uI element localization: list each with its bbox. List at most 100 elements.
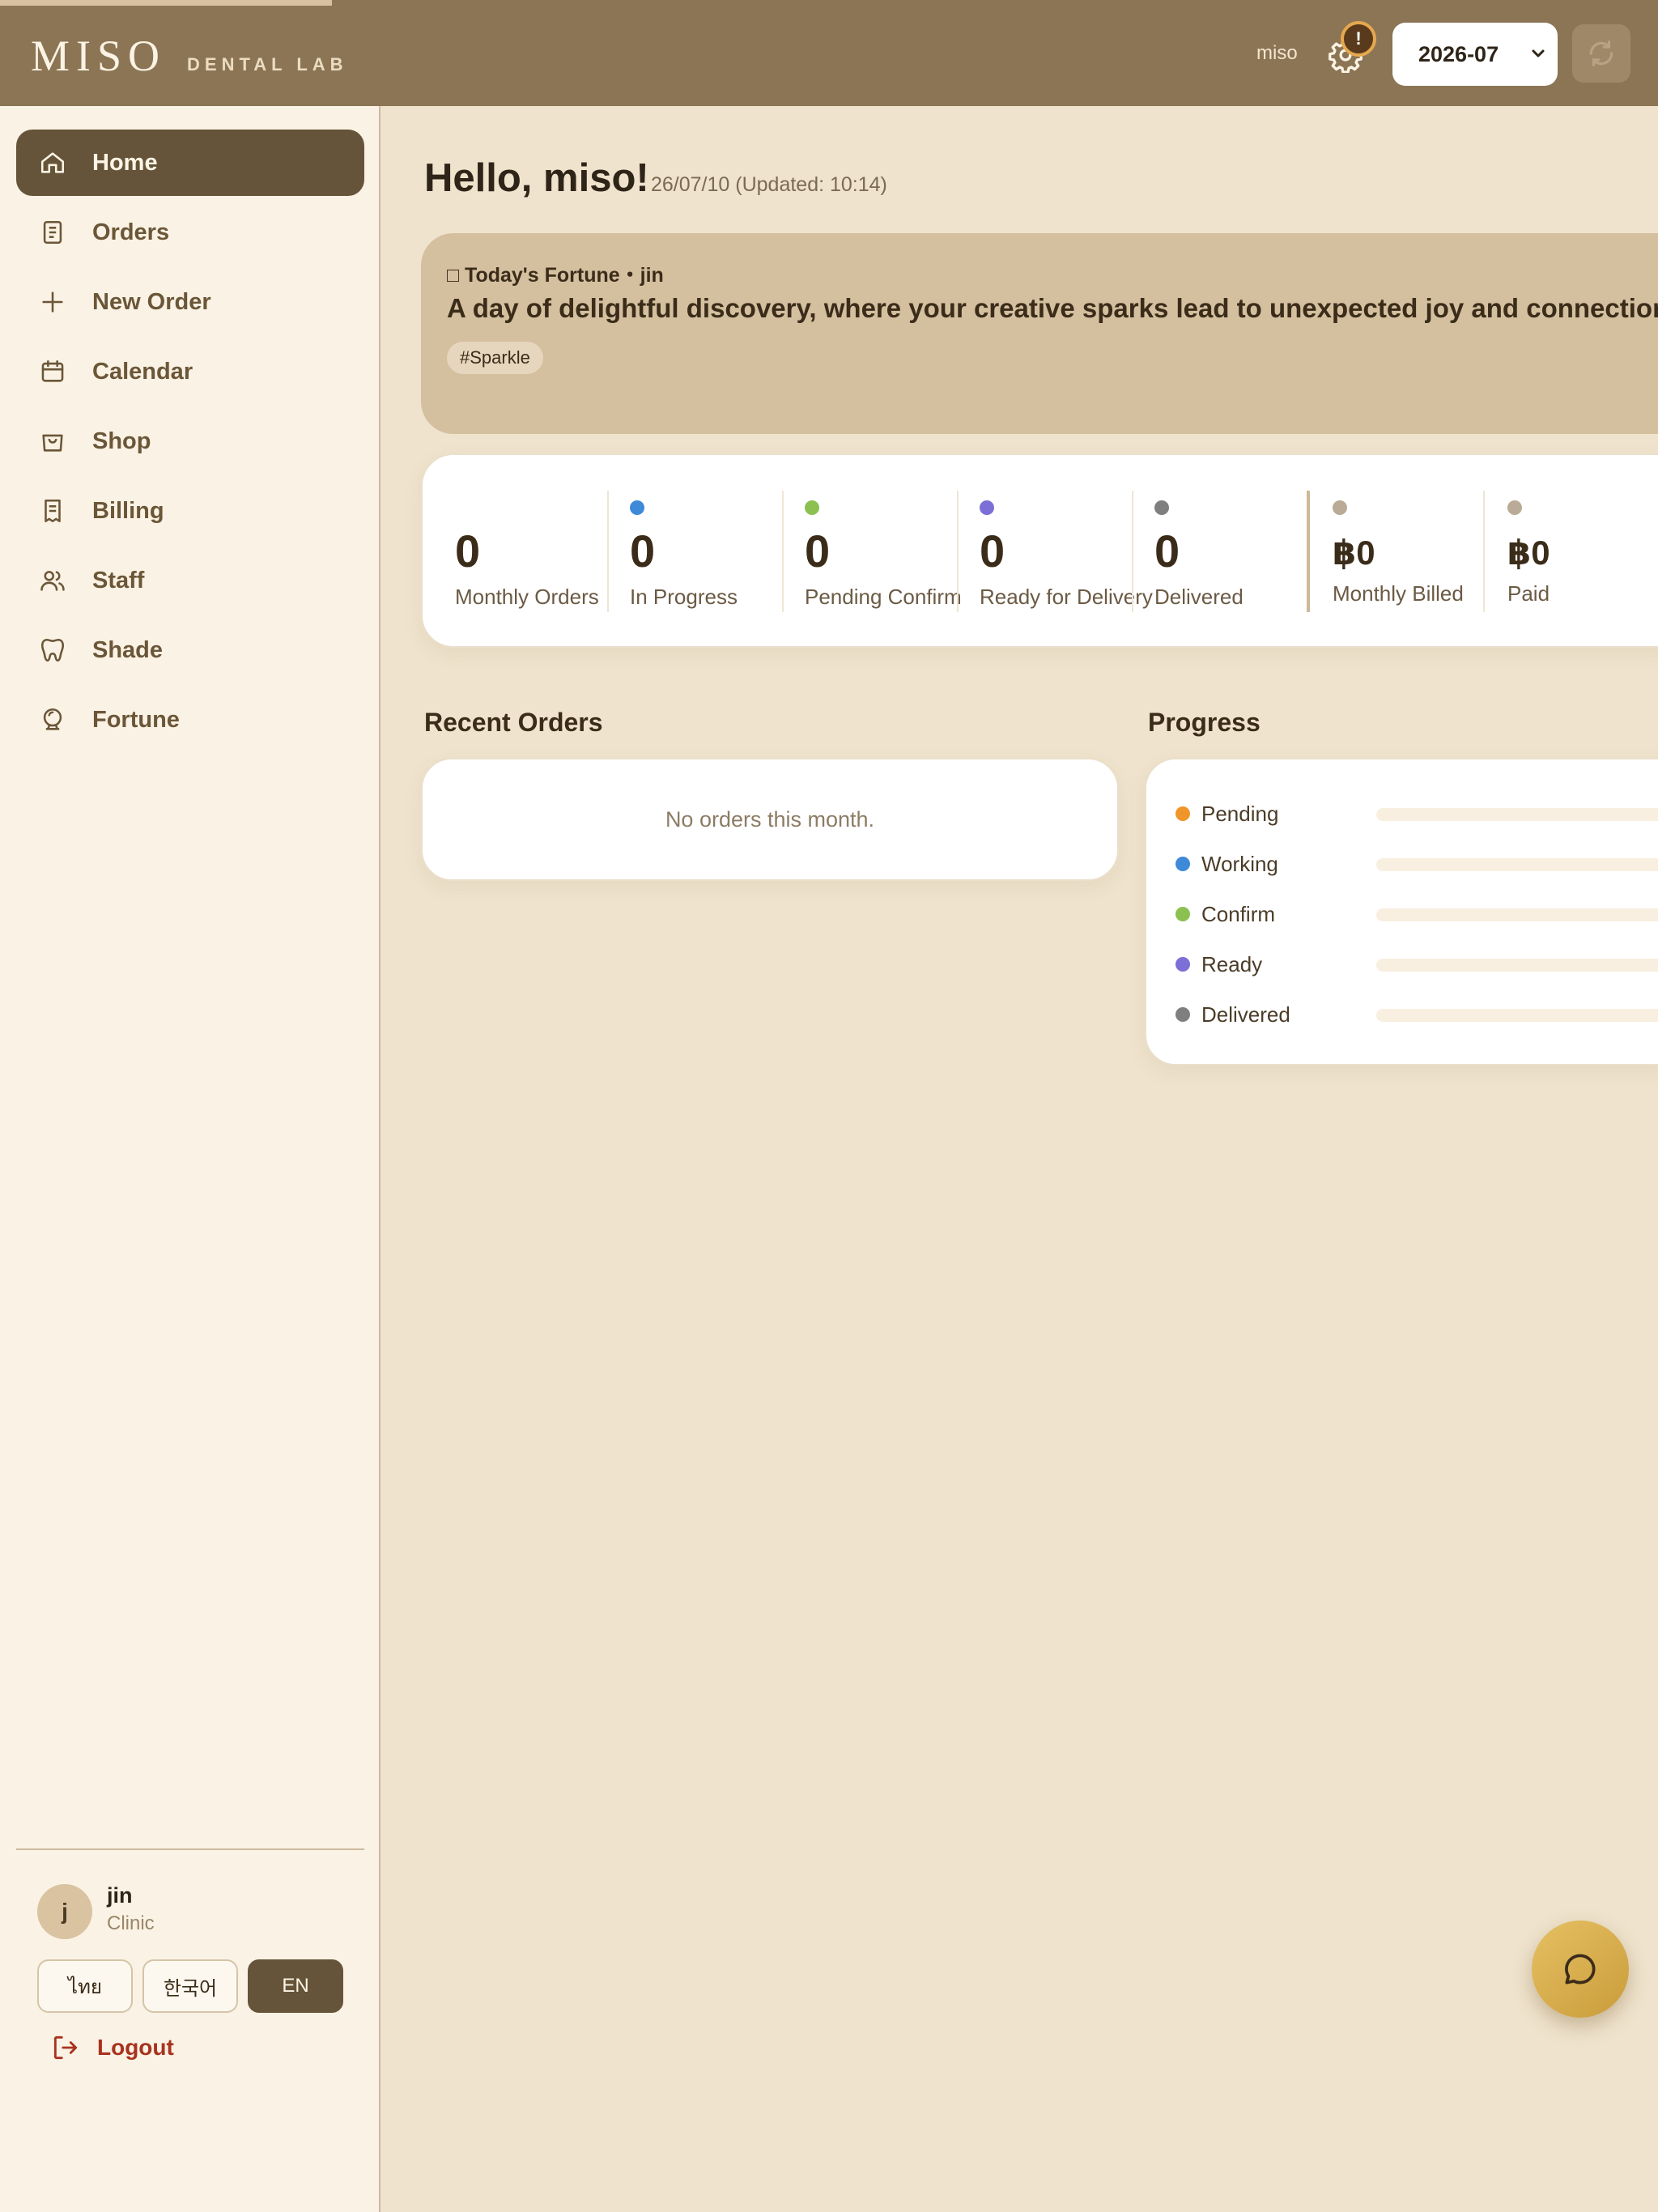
users-icon xyxy=(40,571,65,591)
progress-label: Ready xyxy=(1201,952,1263,976)
language-thai-button[interactable]: ไทย xyxy=(37,1959,133,2013)
user-name: jin xyxy=(107,1883,133,1908)
stat-value: ฿0 xyxy=(1333,534,1375,572)
stat-divider xyxy=(957,491,959,612)
fortune-text: A day of delightful discovery, where you… xyxy=(447,293,1658,323)
stat-value: 0 xyxy=(630,525,656,576)
status-dot xyxy=(980,500,994,515)
receipt-icon xyxy=(45,499,61,523)
logo[interactable]: MISO DENTAL LAB xyxy=(31,31,348,81)
stats-card: 0 Monthly Orders 0 In Progress 0 Pending… xyxy=(421,453,1658,648)
stat-divider-money xyxy=(1307,491,1310,612)
stat-value: 0 xyxy=(980,525,1005,576)
progress-label: Confirm xyxy=(1201,902,1276,926)
progress-row-delivered: Delivered xyxy=(1175,998,1658,1030)
page-title: Hello, miso! xyxy=(424,156,649,200)
progress-label: Pending xyxy=(1201,802,1279,826)
logout-button[interactable]: Logout xyxy=(50,2032,174,2063)
fortune-card[interactable]: □ Today's Fortune・jin A day of delightfu… xyxy=(421,233,1658,434)
logo-subtitle: DENTAL LAB xyxy=(187,54,348,74)
stat-label: Monthly Orders xyxy=(455,585,599,609)
recent-orders-title: Recent Orders xyxy=(424,708,603,737)
stat-value: ฿0 xyxy=(1507,534,1550,572)
progress-card: Pending Working Confirm Ready Delivered xyxy=(1145,758,1658,1066)
stat-value: 0 xyxy=(1154,525,1180,576)
status-dot xyxy=(1175,957,1190,972)
status-dot xyxy=(805,500,819,515)
plus-icon xyxy=(42,291,63,313)
tooth-icon xyxy=(40,638,65,662)
chat-button[interactable] xyxy=(1532,1921,1629,2018)
stat-divider xyxy=(1132,491,1133,612)
language-korean-button[interactable]: 한국어 xyxy=(142,1959,238,2013)
status-dot xyxy=(1154,500,1169,515)
sidebar-item-calendar[interactable]: Calendar xyxy=(16,338,364,405)
stat-label: Delivered xyxy=(1154,585,1244,609)
recent-orders-card: No orders this month. xyxy=(421,758,1119,881)
loading-progress-bar xyxy=(0,0,332,6)
fortune-header: □ Today's Fortune・jin xyxy=(447,264,664,287)
sidebar-item-shade[interactable]: Shade xyxy=(16,617,364,683)
sidebar-item-label: Orders xyxy=(92,219,170,245)
refresh-button[interactable] xyxy=(1572,24,1630,83)
chat-bubble-icon xyxy=(1565,1954,1596,1984)
status-dot xyxy=(1175,806,1190,821)
month-select-value: 2026-07 xyxy=(1418,41,1499,66)
user-role: Clinic xyxy=(107,1912,155,1934)
progress-bar xyxy=(1376,1009,1658,1022)
status-dot xyxy=(1507,500,1522,515)
fortune-tag: #Sparkle xyxy=(447,342,543,374)
crystal-ball-icon xyxy=(43,708,62,730)
sidebar-item-label: Staff xyxy=(92,567,145,593)
stat-value: 0 xyxy=(805,525,831,576)
updated-timestamp: 26/07/10 (Updated: 10:14) xyxy=(651,173,887,196)
calendar-icon xyxy=(41,359,64,382)
stat-value: 0 xyxy=(455,525,481,576)
progress-bar xyxy=(1376,959,1658,972)
stat-label: Ready for Delivery xyxy=(980,585,1153,609)
sidebar-item-label: Billing xyxy=(92,497,164,524)
status-dot xyxy=(630,500,644,515)
progress-bar xyxy=(1376,808,1658,821)
shopping-bag-icon xyxy=(42,434,63,452)
sidebar-item-label: Calendar xyxy=(92,358,193,385)
progress-row-working: Working xyxy=(1175,847,1658,879)
progress-row-ready: Ready xyxy=(1175,947,1658,980)
home-icon xyxy=(40,152,65,173)
stat-label: In Progress xyxy=(630,585,738,609)
sidebar-item-label: Shade xyxy=(92,636,164,663)
progress-bar xyxy=(1376,858,1658,871)
document-icon xyxy=(43,220,62,245)
stat-divider xyxy=(782,491,784,612)
logout-icon xyxy=(53,2035,78,2060)
stat-divider xyxy=(607,491,609,612)
sidebar-divider xyxy=(16,1848,364,1850)
sidebar-item-orders[interactable]: Orders xyxy=(16,199,364,266)
stat-divider xyxy=(1483,491,1485,612)
progress-title: Progress xyxy=(1148,708,1261,737)
sidebar-item-label: Shop xyxy=(92,428,151,454)
status-dot xyxy=(1175,857,1190,871)
month-select[interactable]: 2026-07 xyxy=(1392,23,1558,86)
notification-badge[interactable]: ! xyxy=(1341,21,1376,57)
language-english-button[interactable]: EN xyxy=(248,1959,343,2013)
logout-label: Logout xyxy=(97,2035,174,2060)
stat-label: Monthly Billed xyxy=(1333,581,1464,606)
sidebar-item-label: Home xyxy=(92,149,158,176)
sidebar-item-new-order[interactable]: New Order xyxy=(16,269,364,335)
empty-state-text: No orders this month. xyxy=(665,806,875,832)
sidebar-item-shop[interactable]: Shop xyxy=(16,408,364,474)
status-dot xyxy=(1175,1007,1190,1022)
sidebar-item-staff[interactable]: Staff xyxy=(16,547,364,614)
sidebar-item-billing[interactable]: Billing xyxy=(16,478,364,544)
progress-row-pending: Pending xyxy=(1175,797,1658,829)
refresh-icon xyxy=(1589,40,1613,66)
progress-label: Delivered xyxy=(1201,1002,1290,1027)
sidebar-item-fortune[interactable]: Fortune xyxy=(16,687,364,753)
chevron-down-icon xyxy=(1532,49,1545,57)
progress-bar xyxy=(1376,908,1658,921)
current-user-name: miso xyxy=(1256,42,1298,64)
progress-row-confirm: Confirm xyxy=(1175,897,1658,929)
sidebar-item-home[interactable]: Home xyxy=(16,130,364,196)
status-dot xyxy=(1175,907,1190,921)
